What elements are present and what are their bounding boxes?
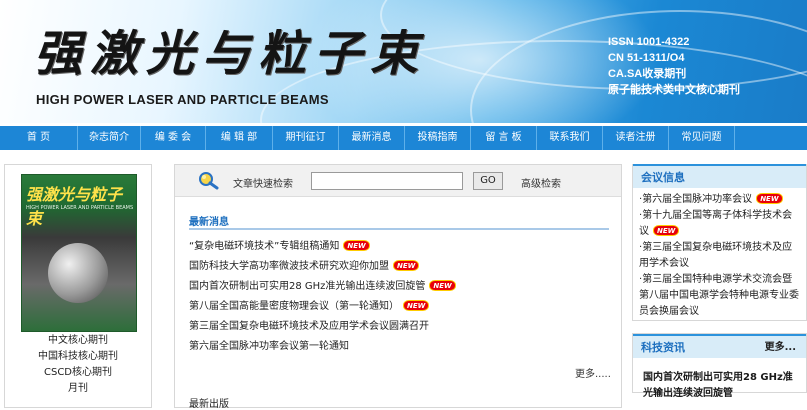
nav-item-register[interactable]: 读者注册 <box>603 126 669 150</box>
news-item[interactable]: 第三届全国复杂电磁环境技术及应用学术会议圆满召开 <box>189 317 609 337</box>
meetings-list: ·第六届全国脉冲功率会议 NEW ·第十九届全国等离子体科学技术会议 NEW ·第三… <box>633 188 806 320</box>
news-item-text: 国防科技大学高功率微波技术研究欢迎你加盟 <box>189 261 389 272</box>
meeting-item-text: 第六届全国脉冲功率会议 <box>642 194 753 205</box>
nav-item-about[interactable]: 杂志简介 <box>78 126 141 150</box>
news-item-text: 第八届全国高能量密度物理会议（第一轮通知） <box>189 301 399 312</box>
journal-status-list: 中文核心期刊 中国科技核心期刊 CSCD核心期刊 月刊 <box>5 333 151 397</box>
news-item[interactable]: 国防科技大学高功率微波技术研究欢迎你加盟 NEW <box>189 257 609 277</box>
main-nav: 首 页 杂志简介 编 委 会 编 辑 部 期刊征订 最新消息 投稿指南 留 言 … <box>0 126 807 150</box>
new-badge-icon: NEW <box>343 240 370 251</box>
indexing-text: CA.SA收录期刊 <box>608 68 687 80</box>
meeting-item[interactable]: ·第十九届全国等离子体科学技术会议 NEW <box>639 208 802 240</box>
meeting-item[interactable]: ·第六届全国脉冲功率会议 NEW <box>639 192 802 208</box>
search-icon <box>199 172 219 190</box>
news-item-text: 第六届全国脉冲功率会议第一轮通知 <box>189 341 349 352</box>
search-go-button[interactable]: GO <box>473 172 503 190</box>
journal-cover-panel: 强激光与粒子束 HIGH POWER LASER AND PARTICLE BE… <box>4 164 152 408</box>
sci-news-heading-text: 科技资讯 <box>641 341 685 354</box>
news-item-text: “复杂电磁环境技术”专辑组稿通知 <box>189 241 340 252</box>
sidebar: 会议信息 ·第六届全国脉冲功率会议 NEW ·第十九届全国等离子体科学技术会议 NE… <box>632 164 807 410</box>
latest-publication-heading: 最新出版 <box>189 399 229 410</box>
nav-item-home[interactable]: 首 页 <box>0 126 78 150</box>
journal-title-cn: 强激光与粒子束 <box>34 26 427 82</box>
new-badge-icon: NEW <box>403 300 430 311</box>
news-more-link[interactable]: 更多..... <box>575 365 611 380</box>
meeting-item[interactable]: ·第三届全国特种电源学术交流会暨第八届中国电源学会特种电源专业委员会换届会议 <box>639 272 802 320</box>
news-list: “复杂电磁环境技术”专辑组稿通知 NEW 国防科技大学高功率微波技术研究欢迎你加盟… <box>189 237 609 357</box>
new-badge-icon: NEW <box>756 193 783 204</box>
sci-news-item[interactable]: 国内首次研制出可实用28 GHz准光输出连续波回旋管 <box>633 358 806 402</box>
sci-news-more-link[interactable]: 更多... <box>765 336 796 360</box>
status-line: 中文核心期刊 <box>48 335 108 346</box>
nav-item-message-board[interactable]: 留 言 板 <box>471 126 537 150</box>
status-line: 中国科技核心期刊 <box>38 351 118 362</box>
news-divider <box>189 228 609 230</box>
search-label: 文章快速检索 <box>233 179 293 190</box>
nav-item-submission-guide[interactable]: 投稿指南 <box>405 126 471 150</box>
nav-item-subscription[interactable]: 期刊征订 <box>273 126 339 150</box>
news-item[interactable]: 第六届全国脉冲功率会议第一轮通知 <box>189 337 609 357</box>
header-banner: 强激光与粒子束 HIGH POWER LASER AND PARTICLE BE… <box>0 0 807 123</box>
advanced-search-link[interactable]: 高级检索 <box>521 175 561 190</box>
meetings-panel: 会议信息 ·第六届全国脉冲功率会议 NEW ·第十九届全国等离子体科学技术会议 NE… <box>632 164 807 321</box>
nav-item-editorial-board[interactable]: 编 委 会 <box>141 126 206 150</box>
new-badge-icon: NEW <box>393 260 420 271</box>
cover-subtitle: HIGH POWER LASER AND PARTICLE BEAMS <box>26 205 134 211</box>
meeting-item[interactable]: ·第三届全国复杂电磁环境技术及应用学术会议 <box>639 240 802 272</box>
news-item-text: 国内首次研制出可实用28 GHz准光输出连续波回旋管 <box>189 281 426 292</box>
nav-item-faq[interactable]: 常见问题 <box>669 126 735 150</box>
new-badge-icon: NEW <box>429 280 456 291</box>
news-item[interactable]: 国内首次研制出可实用28 GHz准光输出连续波回旋管 NEW <box>189 277 609 297</box>
quick-search-bar: 文章快速检索 GO 高级检索 <box>175 165 621 197</box>
nav-item-contact[interactable]: 联系我们 <box>537 126 603 150</box>
meeting-item-text: 第三届全国特种电源学术交流会暨第八届中国电源学会特种电源专业委员会换届会议 <box>639 274 799 317</box>
news-item[interactable]: 第八届全国高能量密度物理会议（第一轮通知） NEW <box>189 297 609 317</box>
main-content: 文章快速检索 GO 高级检索 最新消息 “复杂电磁环境技术”专辑组稿通知 NEW … <box>174 164 622 410</box>
news-item-text: 第三届全国复杂电磁环境技术及应用学术会议圆满召开 <box>189 321 429 332</box>
sci-news-panel: 科技资讯 更多... 国内首次研制出可实用28 GHz准光输出连续波回旋管 <box>632 333 807 399</box>
meetings-heading-text: 会议信息 <box>641 171 685 184</box>
nav-item-latest-news[interactable]: 最新消息 <box>339 126 405 150</box>
cover-sphere-graphic <box>48 243 108 303</box>
news-item[interactable]: “复杂电磁环境技术”专辑组稿通知 NEW <box>189 237 609 257</box>
journal-info: ISSN 1001-4322 CN 51-1311/O4 CA.SA收录期刊 原… <box>608 34 740 98</box>
core-journal-text: 原子能技术类中文核心期刊 <box>608 84 740 96</box>
journal-title-en: HIGH POWER LASER AND PARTICLE BEAMS <box>36 92 329 107</box>
new-badge-icon: NEW <box>653 225 680 236</box>
nav-item-editorial-office[interactable]: 编 辑 部 <box>206 126 273 150</box>
news-heading: 最新消息 <box>189 217 229 228</box>
journal-cover-image[interactable]: 强激光与粒子束 HIGH POWER LASER AND PARTICLE BE… <box>21 174 137 332</box>
status-line: CSCD核心期刊 <box>43 367 112 378</box>
issn-text: ISSN 1001-4322 <box>608 36 690 48</box>
meetings-heading: 会议信息 <box>633 164 806 188</box>
cn-number: CN 51-1311/O4 <box>608 52 685 64</box>
meeting-item-text: 第三届全国复杂电磁环境技术及应用学术会议 <box>639 242 793 269</box>
status-line: 月刊 <box>68 383 88 394</box>
sci-news-heading: 科技资讯 更多... <box>633 334 806 358</box>
search-input[interactable] <box>311 172 463 190</box>
